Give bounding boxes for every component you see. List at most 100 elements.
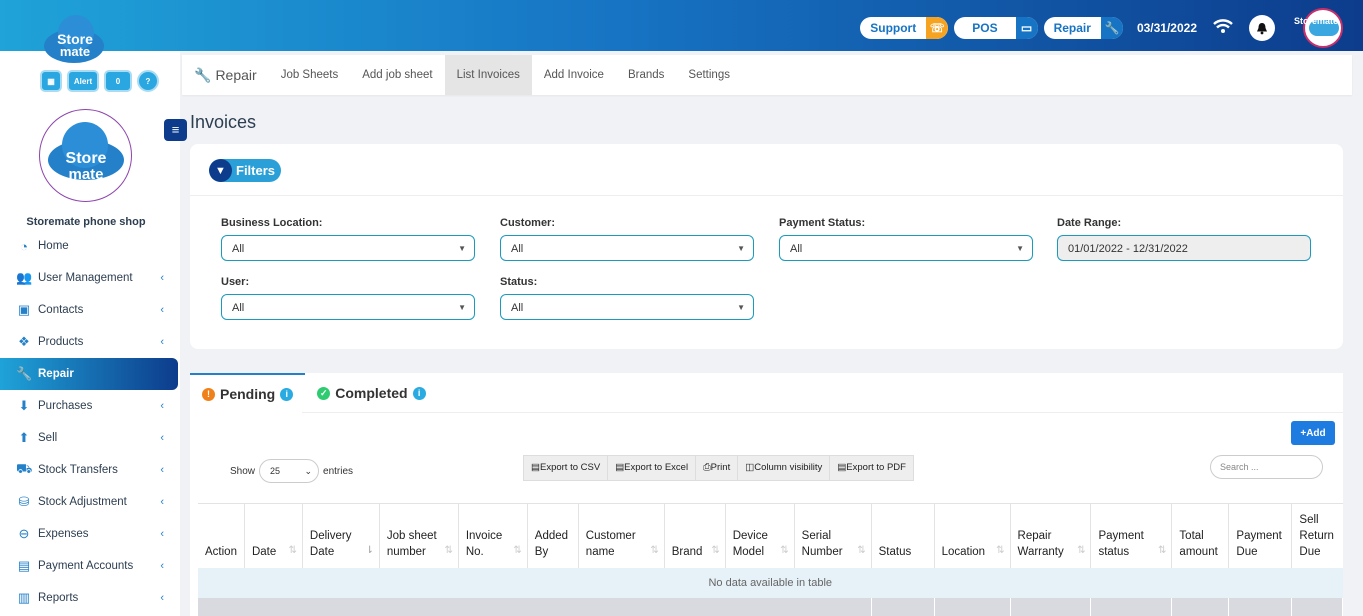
column-visibility-button[interactable]: ◫Column visibility <box>738 456 831 480</box>
sidebar-toggle-button[interactable]: ≡ <box>164 119 187 141</box>
alert-button[interactable]: Alert <box>67 70 99 92</box>
column-header[interactable]: Device Model ⇅ <box>725 503 795 568</box>
chevron-left-icon: ‹ <box>160 272 164 284</box>
column-header[interactable]: Date ⇅ <box>244 503 303 568</box>
column-header[interactable]: Invoice No. ⇅ <box>458 503 528 568</box>
user-select[interactable]: All ▼ <box>221 294 475 320</box>
export-pdf-button[interactable]: ▤Export to PDF <box>830 456 913 480</box>
info-icon[interactable]: i <box>280 387 294 401</box>
dropdown-arrow-icon: ▼ <box>737 244 745 253</box>
sidebar-item-contacts[interactable]: ▣ Contacts ‹ <box>0 294 178 326</box>
tab-add-invoice[interactable]: Add Invoice <box>532 55 616 95</box>
top-bar-actions: Support ☏ POS ▭ Repair 🔧 03/31/2022 <box>860 8 1343 48</box>
column-header[interactable]: Location ⇅ <box>934 503 1011 568</box>
sort-icon: ⇅ <box>780 544 789 556</box>
tab-settings[interactable]: Settings <box>676 55 742 95</box>
money-icon: ▤ <box>17 558 31 573</box>
sidebar-item-reports[interactable]: ▥ Reports ‹ <box>0 582 178 614</box>
counter-badge[interactable]: 0 <box>104 70 132 92</box>
add-button[interactable]: + Add <box>1291 421 1335 445</box>
export-excel-button[interactable]: ▤Export to Excel <box>608 456 697 480</box>
notification-bell-icon[interactable] <box>1249 15 1275 41</box>
sidebar-item-home[interactable]: ◔ Home <box>0 230 178 262</box>
date-range-input[interactable]: 01/01/2022 - 12/31/2022 <box>1057 235 1311 261</box>
sidebar-item-sell[interactable]: ⬆ Sell ‹ <box>0 422 178 454</box>
sidebar-nav: ◔ Home 👥 User Management ‹ ▣ Contacts ‹ ❖ Prod… <box>0 230 178 614</box>
sidebar-item-purchases[interactable]: ⬇ Purchases ‹ <box>0 390 178 422</box>
empty-table-message: No data available in table <box>198 567 1343 598</box>
export-buttons: ▤Export to CSV ▤Export to Excel ⎙Print ◫… <box>523 455 914 481</box>
filters-toggle-button[interactable]: ▼ Filters <box>209 159 282 182</box>
divider <box>302 412 1343 413</box>
column-header[interactable]: Job sheet number ⇅ <box>379 503 459 568</box>
status-select[interactable]: All ▼ <box>500 294 754 320</box>
payment-status-select[interactable]: All ▼ <box>779 235 1033 261</box>
exclamation-icon: ! <box>202 387 215 401</box>
info-icon[interactable]: i <box>412 386 426 400</box>
column-header[interactable]: Delivery Date ⇂ <box>302 503 380 568</box>
print-button[interactable]: ⎙Print <box>696 456 739 480</box>
help-icon[interactable]: ? <box>137 70 159 92</box>
sidebar-item-payment-accounts[interactable]: ▤ Payment Accounts ‹ <box>0 550 178 582</box>
column-header[interactable]: Brand ⇅ <box>664 503 726 568</box>
customer-select[interactable]: All ▼ <box>500 235 754 261</box>
footer-currency: Rs <box>1291 597 1343 616</box>
pos-button[interactable]: POS ▭ <box>954 17 1038 39</box>
column-header[interactable]: Payment Due <box>1228 503 1293 568</box>
sidebar-item-repair[interactable]: 🔧 Repair <box>0 358 178 390</box>
subnav-brand[interactable]: 🔧 Repair <box>182 67 269 84</box>
dropdown-arrow-icon: ▼ <box>737 303 745 312</box>
sort-icon: ⇅ <box>857 544 866 556</box>
tab-list-invoices[interactable]: List Invoices <box>444 55 532 95</box>
dashboard-icon: ◔ <box>20 238 28 254</box>
user-filter: User: All ▼ <box>221 276 475 320</box>
arrow-up-circle-icon: ⬆ <box>18 430 30 445</box>
user-avatar[interactable] <box>1303 8 1343 48</box>
tab-completed[interactable]: ✓ Completed i <box>305 373 437 413</box>
support-button[interactable]: Support ☏ <box>860 17 949 39</box>
column-header[interactable]: Status <box>871 503 935 568</box>
table-search-input[interactable]: Search ... <box>1210 455 1323 479</box>
tab-brands[interactable]: Brands <box>616 55 676 95</box>
wrench-icon: 🔧 <box>16 366 33 381</box>
column-header[interactable]: Total amount <box>1171 503 1230 568</box>
tab-pending[interactable]: ! Pending i <box>190 373 306 413</box>
divider <box>190 195 1343 196</box>
date-range-filter: Date Range: 01/01/2022 - 12/31/2022 <box>1057 217 1311 261</box>
business-location-select[interactable]: All ▼ <box>221 235 475 261</box>
headset-icon: ☏ <box>926 17 949 39</box>
column-header[interactable]: Payment status ⇅ <box>1090 503 1173 568</box>
column-header[interactable]: Repair Warranty ⇅ <box>1010 503 1092 568</box>
sidebar-item-expenses[interactable]: ⊖ Expenses ‹ <box>0 518 178 550</box>
sidebar-item-user-management[interactable]: 👥 User Management ‹ <box>0 262 178 294</box>
column-header[interactable]: Sell Return Due <box>1291 503 1343 568</box>
sidebar-item-stock-transfers[interactable]: ⛟ Stock Transfers ‹ <box>0 454 178 486</box>
chevron-left-icon: ‹ <box>160 336 164 348</box>
sidebar-item-stock-adjustment[interactable]: ⛁ Stock Adjustment ‹ <box>0 486 178 518</box>
calculator-icon[interactable]: ▦ <box>40 70 62 92</box>
cubes-icon: ❖ <box>18 334 30 349</box>
table-footer-row: Rs <box>198 597 1343 616</box>
entries-select[interactable]: 25 ⌄ <box>259 459 320 483</box>
sort-desc-icon: ⇂ <box>365 544 374 556</box>
bar-chart-icon: ▥ <box>17 590 31 605</box>
tab-add-job-sheet[interactable]: Add job sheet <box>350 55 444 95</box>
column-header[interactable]: Serial Number ⇅ <box>794 503 872 568</box>
sort-icon: ⇅ <box>1158 544 1167 556</box>
monitor-icon: ▭ <box>1015 17 1038 39</box>
export-csv-button[interactable]: ▤Export to CSV <box>524 456 609 480</box>
column-header: Action <box>198 503 245 568</box>
sidebar-item-products[interactable]: ❖ Products ‹ <box>0 326 178 358</box>
column-header[interactable]: Added By <box>527 503 579 568</box>
repair-button[interactable]: Repair 🔧 <box>1043 17 1123 39</box>
column-header[interactable]: Customer name ⇅ <box>578 503 665 568</box>
invoices-table: Action Date ⇅ Delivery Date ⇂ Job sheet nu… <box>198 503 1343 616</box>
chevron-left-icon: ‹ <box>160 592 164 604</box>
sort-icon: ⇅ <box>288 544 297 556</box>
status-filter: Status: All ▼ <box>500 276 754 320</box>
invoices-table-card: ! Pending i ✓ Completed i + Add Show 25 ⌄ … <box>190 373 1343 616</box>
sort-icon: ⇅ <box>996 544 1005 556</box>
tab-job-sheets[interactable]: Job Sheets <box>269 55 351 95</box>
sort-icon: ⇅ <box>444 544 453 556</box>
shop-profile-image: Store mate <box>39 109 132 202</box>
